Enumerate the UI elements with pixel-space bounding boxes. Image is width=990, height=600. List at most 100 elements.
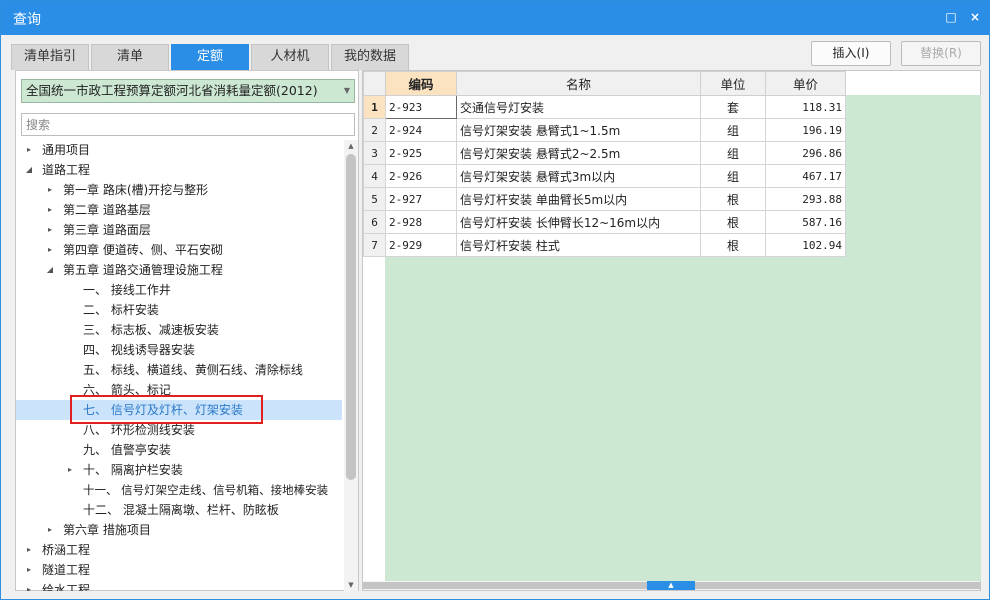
tree-item[interactable]: 四、 视线诱导器安装 — [16, 340, 342, 360]
tree-item[interactable]: 十二、 混凝土隔离墩、栏杆、防眩板 — [16, 500, 342, 520]
grid-horizontal-scrollbar[interactable]: ▲ — [363, 581, 980, 590]
table-row[interactable]: 1 2-923 交通信号灯安装 套 118.31 — [363, 95, 846, 119]
scrollbar-thumb[interactable] — [346, 154, 356, 480]
replace-button[interactable]: 替换(R) — [901, 41, 981, 66]
tab-my-data[interactable]: 我的数据 — [331, 44, 409, 70]
scroll-up-icon[interactable]: ▲ — [344, 140, 358, 152]
tree-item-label: 桥涵工程 — [42, 543, 91, 557]
table-row[interactable]: 4 2-926 信号灯架安装 悬臂式3m以内 组 467.17 — [363, 164, 846, 188]
cell-unit[interactable]: 组 — [700, 118, 766, 142]
cell-price[interactable]: 196.19 — [765, 118, 846, 142]
cell-price[interactable]: 587.16 — [765, 210, 846, 234]
tab-quota[interactable]: 定额 — [171, 44, 249, 70]
cell-price[interactable]: 293.88 — [765, 187, 846, 211]
insert-button[interactable]: 插入(I) — [811, 41, 891, 66]
cell-code[interactable]: 2-928 — [385, 210, 457, 234]
restore-icon[interactable]: □ — [943, 9, 959, 25]
expand-arrow-icon[interactable]: ▸ — [24, 140, 34, 160]
expand-arrow-icon[interactable]: ▸ — [45, 520, 55, 540]
table-row[interactable]: 7 2-929 信号灯杆安装 柱式 根 102.94 — [363, 233, 846, 257]
cell-unit[interactable]: 根 — [700, 233, 766, 257]
collapse-arrow-icon[interactable]: ◢ — [24, 160, 34, 180]
close-icon[interactable]: × — [967, 9, 983, 25]
cell-unit[interactable]: 组 — [700, 164, 766, 188]
cell-code[interactable]: 2-923 — [385, 95, 457, 119]
tree-item[interactable]: ▸ 第三章 道路面层 — [16, 220, 342, 240]
expand-arrow-icon[interactable]: ▸ — [45, 220, 55, 240]
tree-item[interactable]: ▸ 十、 隔离护栏安装 — [16, 460, 342, 480]
title-bar[interactable]: 查询 □ × — [1, 1, 989, 35]
row-number: 7 — [363, 233, 386, 257]
column-header-name[interactable]: 名称 — [456, 71, 701, 96]
column-header-price[interactable]: 单价 — [765, 71, 846, 96]
cell-name[interactable]: 信号灯杆安装 长伸臂长12~16m以内 — [456, 210, 701, 234]
cell-price[interactable]: 102.94 — [765, 233, 846, 257]
cell-name[interactable]: 信号灯杆安装 柱式 — [456, 233, 701, 257]
collapse-arrow-icon[interactable]: ◢ — [45, 260, 55, 280]
tree-item[interactable]: 一、 接线工作井 — [16, 280, 342, 300]
cell-price[interactable]: 118.31 — [765, 95, 846, 119]
tree-item[interactable]: ▸ 第二章 道路基层 — [16, 200, 342, 220]
tree-item[interactable]: ▸ 桥涵工程 — [16, 540, 342, 560]
tree-item[interactable]: 五、 标线、横道线、黄侧石线、清除标线 — [16, 360, 342, 380]
expand-arrow-icon[interactable]: ▸ — [45, 240, 55, 260]
scroll-down-icon[interactable]: ▼ — [344, 579, 358, 591]
table-row[interactable]: 6 2-928 信号灯杆安装 长伸臂长12~16m以内 根 587.16 — [363, 210, 846, 234]
expand-arrow-icon[interactable]: ▸ — [45, 200, 55, 220]
tree-item-label: 道路工程 — [42, 163, 91, 177]
cell-unit[interactable]: 套 — [700, 95, 766, 119]
cell-unit[interactable]: 根 — [700, 187, 766, 211]
column-header-unit[interactable]: 单位 — [700, 71, 766, 96]
tree-item-label: 通用项目 — [42, 143, 91, 157]
tree-item[interactable]: 九、 值警亭安装 — [16, 440, 342, 460]
expand-arrow-icon[interactable]: ▸ — [24, 580, 34, 591]
cell-price[interactable]: 296.86 — [765, 141, 846, 165]
expand-arrow-icon[interactable]: ▸ — [24, 560, 34, 580]
chevron-down-icon[interactable]: ▼ — [344, 80, 350, 102]
tree-item-selected[interactable]: 七、 信号灯及灯杆、灯架安装 — [16, 400, 342, 420]
tree-scrollbar[interactable]: ▲ ▼ — [344, 140, 358, 591]
cell-code[interactable]: 2-929 — [385, 233, 457, 257]
table-row[interactable]: 5 2-927 信号灯杆安装 单曲臂长5m以内 根 293.88 — [363, 187, 846, 211]
cell-name[interactable]: 信号灯架安装 悬臂式1~1.5m — [456, 118, 701, 142]
cell-name[interactable]: 信号灯杆安装 单曲臂长5m以内 — [456, 187, 701, 211]
tab-labor-material[interactable]: 人材机 — [251, 44, 329, 70]
tree-item[interactable]: 二、 标杆安装 — [16, 300, 342, 320]
cell-name[interactable]: 信号灯架安装 悬臂式2~2.5m — [456, 141, 701, 165]
cell-name[interactable]: 交通信号灯安装 — [456, 95, 701, 119]
tree-item[interactable]: 十一、 信号灯架空走线、信号机箱、接地棒安装 — [16, 480, 342, 500]
tree-item[interactable]: ▸ 通用项目 — [16, 140, 342, 160]
cell-unit[interactable]: 组 — [700, 141, 766, 165]
table-row[interactable]: 3 2-925 信号灯架安装 悬臂式2~2.5m 组 296.86 — [363, 141, 846, 165]
tree-item-label: 第四章 便道砖、侧、平石安砌 — [63, 243, 223, 257]
tree-item[interactable]: ▸ 第一章 路床(槽)开挖与整形 — [16, 180, 342, 200]
tree-item[interactable]: ▸ 第四章 便道砖、侧、平石安砌 — [16, 240, 342, 260]
cell-code[interactable]: 2-925 — [385, 141, 457, 165]
tree-item[interactable]: ▸ 第六章 措施项目 — [16, 520, 342, 540]
collapse-panel-icon[interactable]: ▲ — [647, 581, 695, 590]
column-header-code[interactable]: 编码 — [385, 71, 457, 96]
tab-bill-guide[interactable]: 清单指引 — [11, 44, 89, 70]
tab-bill[interactable]: 清单 — [91, 44, 169, 70]
tree-item[interactable]: ▸ 给水工程 — [16, 580, 342, 591]
tree-item[interactable]: ▸ 隧道工程 — [16, 560, 342, 580]
expand-arrow-icon[interactable]: ▸ — [45, 180, 55, 200]
tree-item[interactable]: 三、 标志板、减速板安装 — [16, 320, 342, 340]
search-input[interactable] — [21, 113, 355, 136]
cell-name[interactable]: 信号灯架安装 悬臂式3m以内 — [456, 164, 701, 188]
tree-item-label: 九、 值警亭安装 — [83, 443, 171, 457]
cell-code[interactable]: 2-926 — [385, 164, 457, 188]
tree-item[interactable]: ◢ 道路工程 — [16, 160, 342, 180]
cell-unit[interactable]: 根 — [700, 210, 766, 234]
cell-code[interactable]: 2-924 — [385, 118, 457, 142]
tree-item[interactable]: 八、 环形检测线安装 — [16, 420, 342, 440]
tree-item[interactable]: 六、 箭头、标记 — [16, 380, 342, 400]
expand-arrow-icon[interactable]: ▸ — [65, 460, 75, 480]
cell-price[interactable]: 467.17 — [765, 164, 846, 188]
tree-item[interactable]: ◢ 第五章 道路交通管理设施工程 — [16, 260, 342, 280]
library-select[interactable]: 全国统一市政工程预算定额河北省消耗量定额(2012) ▼ — [21, 79, 355, 103]
cell-code[interactable]: 2-927 — [385, 187, 457, 211]
tree-item-label: 六、 箭头、标记 — [83, 383, 171, 397]
expand-arrow-icon[interactable]: ▸ — [24, 540, 34, 560]
table-row[interactable]: 2 2-924 信号灯架安装 悬臂式1~1.5m 组 196.19 — [363, 118, 846, 142]
